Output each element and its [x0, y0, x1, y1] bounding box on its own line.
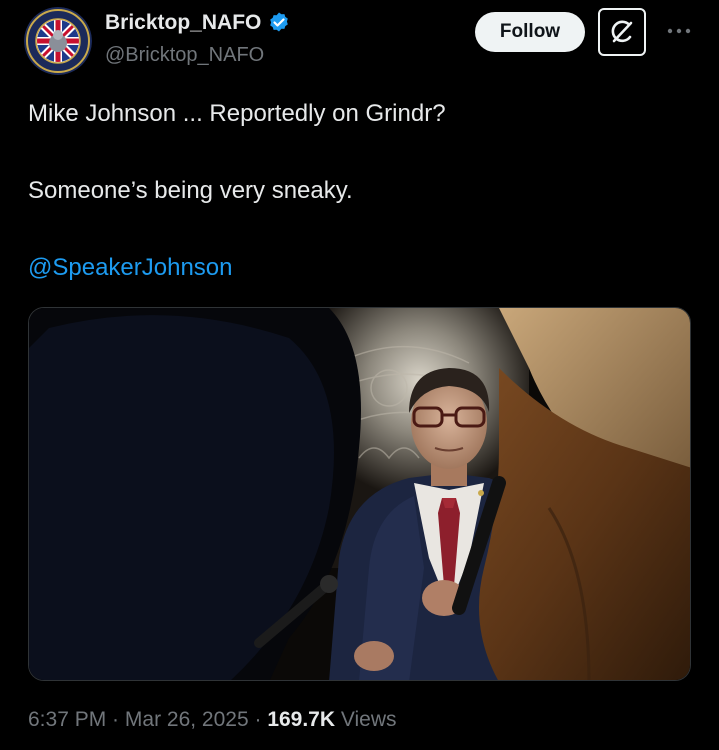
nafo-union-jack-badge-icon	[24, 7, 92, 75]
tweet-photo[interactable]	[28, 307, 691, 681]
more-dots-icon	[667, 28, 691, 34]
mention-link[interactable]: @SpeakerJohnson	[28, 254, 233, 282]
tweet-text-line1: Mike Johnson ... Reportedly on Grindr?	[28, 100, 446, 127]
avatar[interactable]	[24, 7, 92, 75]
tweet-time[interactable]: 6:37 PM	[28, 708, 106, 731]
grok-icon	[611, 20, 633, 43]
tweet-meta: 6:37 PM · Mar 26, 2025 · 169.7K Views	[28, 708, 397, 732]
follow-button[interactable]: Follow	[475, 12, 585, 52]
author-handle[interactable]: @Bricktop_NAFO	[105, 44, 264, 67]
grok-button[interactable]	[598, 8, 646, 56]
tweet-date[interactable]: Mar 26, 2025	[125, 708, 249, 731]
meta-separator: ·	[248, 708, 268, 731]
views-label: Views	[335, 708, 397, 731]
meta-separator: ·	[106, 708, 125, 731]
views-count[interactable]: 169.7K	[267, 708, 335, 731]
author-name-row[interactable]: Bricktop_NAFO	[105, 11, 291, 35]
tweet-text-line2: Someone’s being very sneaky.	[28, 177, 353, 204]
display-name[interactable]: Bricktop_NAFO	[105, 11, 261, 35]
more-button[interactable]	[664, 16, 694, 46]
photo-illustration	[29, 308, 690, 680]
verified-badge-icon	[270, 12, 289, 32]
